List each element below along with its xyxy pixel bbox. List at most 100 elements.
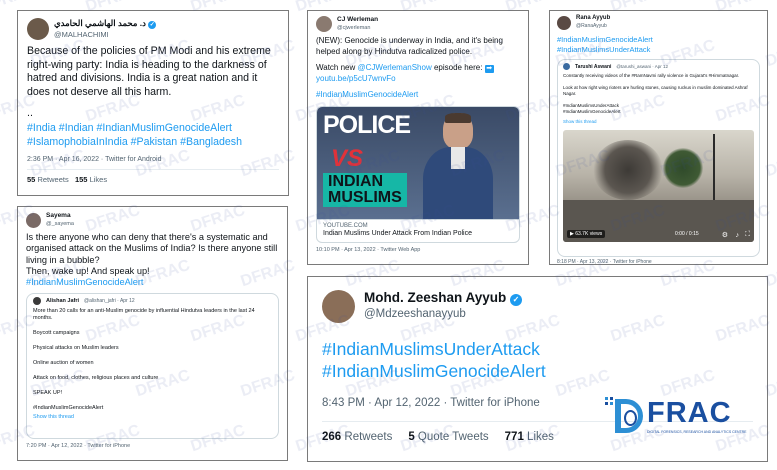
thumb-indian-muslims-box: INDIAN MUSLIMS [323,172,407,207]
retweets-count: 55 [27,174,36,184]
likes-label: Likes [89,174,108,184]
thumb-police-text: POLICE [323,110,411,139]
retweets-count: 266 [322,431,342,443]
quoted-tag-2: #IndianMuslimGenocideAlert [563,109,621,114]
avatar[interactable] [322,289,355,323]
settings-gear-icon[interactable]: ⚙ [722,231,728,239]
author-handle[interactable]: @RanaAyyub [576,23,610,31]
hashtag-2[interactable]: #IndianMuslimsUnderAttack [550,45,767,55]
tweet-text: (NEW): Genocide is underway in India, an… [316,36,503,56]
quoted-item: #IndianMuslimGenocideAlert [33,405,104,412]
quoted-author-handle[interactable]: @tarushi_aswani · Apr 12 [616,64,668,69]
author-name[interactable]: Sayema [46,212,74,220]
volume-icon[interactable]: ♪ [736,232,740,239]
thumb-indian-text: INDIAN [328,172,384,190]
retweets-stat[interactable]: 266 Retweets [322,431,392,443]
quotes-label: Quote Tweets [417,431,489,443]
tweet-meta[interactable]: 7:20 PM · Apr 12, 2022 · Twitter for iPh… [18,439,287,449]
tweet-meta[interactable]: 2:36 PM · Apr 16, 2022 · Twitter for And… [18,149,288,163]
logo-pixel-squares [605,397,615,407]
thumb-vs-text: VS [331,144,364,172]
likes-stat[interactable]: 155 Likes [75,175,107,184]
hashtags-line-1[interactable]: #India #Indian #IndianMuslimGenocideAler… [18,121,288,135]
tweet-meta[interactable]: 10:10 PM · Apr 13, 2022 · Twitter Web Ap… [308,243,528,253]
quote-tweets-stat[interactable]: 5 Quote Tweets [408,431,488,443]
card-title[interactable]: Indian Muslims Under Attack From Indian … [323,229,513,238]
likes-count: 771 [504,431,524,443]
avatar[interactable] [27,18,49,40]
logo-tagline: DIGITAL FORENSICS, RESEARCH AND ANALYTIC… [647,430,747,434]
video-thumbnail[interactable]: POLICE VS INDIAN MUSLIMS [317,106,519,219]
author-handle[interactable]: @cjwerleman [337,24,378,32]
quoted-text: More than 20 calls for an anti-Muslim ge… [33,308,255,322]
author-name[interactable]: CJ Werleman [337,16,378,24]
hashtag-2[interactable]: #IndianMuslimGenocideAlert [308,360,767,382]
quoted-text-1: Constantly receiving videos of the #RamN… [563,73,740,78]
show-mention-link[interactable]: @CJWerlemanShow [358,63,432,72]
likes-stat[interactable]: 771 Likes [505,431,554,443]
tweet-card-werleman[interactable]: CJ Werleman @cjwerleman (NEW): Genocide … [307,10,529,265]
quoted-author-name[interactable]: Tarushi Aswani [575,64,611,70]
author-name[interactable]: Rana Ayyub [576,15,610,23]
avatar[interactable] [563,63,570,70]
quoted-author-name[interactable]: Alishan Jafri [46,298,79,304]
fullscreen-icon[interactable]: ⛶ [745,231,750,239]
link-card[interactable]: POLICE VS INDIAN MUSLIMS YOUTUBE.COM Ind… [316,105,520,243]
quoted-text-2: Look at how right wing rioters are hurli… [563,85,748,96]
quoted-tweet[interactable]: Alishan Jafri @alishan_jafri · Apr 12 Mo… [26,293,279,440]
tweet-card-rana[interactable]: Rana Ayyub @RanaAyyub #IndianMuslimGenoc… [549,10,768,265]
show-thread-link[interactable]: Show this thread [563,119,754,124]
watch-line: Watch new @CJWerlemanShow episode here: … [308,57,528,74]
youtube-link[interactable]: youtu.be/p5cU7wnvFo [308,74,528,85]
hashtag-1[interactable]: #IndianMuslimsUnderAttack [308,323,767,360]
video-time: 0:00 / 0:15 [675,231,699,237]
author-handle[interactable]: @MALHACHIMI [54,29,156,40]
quoted-author-handle[interactable]: @alishan_jafri · Apr 12 [84,298,135,304]
quoted-item: Online auction of women [33,360,94,367]
author-name[interactable]: Mohd. Zeeshan Ayyub [364,290,506,305]
pole-shape [713,134,715,204]
hashtag[interactable]: #IndianMuslimGenocideAlert [308,84,528,101]
author-handle[interactable]: @Mdzeeshanayyub [364,306,522,323]
avatar[interactable] [316,16,332,32]
watch-text: Watch new [316,63,356,72]
quoted-tweet[interactable]: Tarushi Aswani @tarushi_aswani · Apr 12 … [557,59,760,257]
likes-label: Likes [527,431,554,443]
quotes-count: 5 [408,431,415,443]
tweet-card-sayema[interactable]: Sayema @_sayema Is there anyone who can … [17,206,288,461]
hashtag-1[interactable]: #IndianMuslimGenocideAlert [550,30,767,45]
thumb-muslims-text: MUSLIMS [328,188,402,206]
likes-count: 155 [74,174,88,184]
arrow-right-icon: ➡ [484,65,494,73]
avatar[interactable] [26,212,41,228]
tweet-card-hachimi[interactable]: د. محمد الهاشمي الحامدي ✓ @MALHACHIMI Be… [17,10,289,196]
tweet-card-zeeshan[interactable]: Mohd. Zeeshan Ayyub ✓ @Mdzeeshanayyub #I… [307,276,768,462]
views-badge: ▶ 63.7K views [567,230,606,238]
hashtags-line-2[interactable]: #IslamophobiaInIndia #Pakistan #Banglade… [18,135,288,149]
verified-badge-icon: ✓ [510,294,523,306]
tweet-text: Because of the policies of PM Modi and h… [27,45,271,98]
tweet-meta[interactable]: 8:18 PM · Apr 13, 2022 · Twitter for iPh… [550,257,767,264]
watch-text-end: episode here: [433,63,483,72]
author-handle[interactable]: @_sayema [46,220,74,228]
author-name[interactable]: د. محمد الهاشمي الحامدي [54,18,146,28]
dfrac-logo: FRAC DIGITAL FORENSICS, RESEARCH AND ANA… [605,395,757,441]
tweet-text-2: Then, wake up! And speak up! [26,265,150,276]
quoted-item: Boycott campaigns [33,330,80,337]
retweets-stat[interactable]: 55 Retweets [27,175,69,184]
hashtag[interactable]: #IndianMuslimGenocideAlert [18,277,287,288]
quoted-item-list: Boycott campaigns Physical attacks on Mu… [33,330,272,412]
show-thread-link[interactable]: Show this thread [33,414,272,420]
logo-d-shape [615,399,643,433]
retweets-label: Retweets [344,431,393,443]
smoke-shape [593,140,663,200]
avatar[interactable] [33,297,41,306]
tweet-dots: .. [27,107,33,119]
avatar[interactable] [557,15,571,30]
logo-wordmark: FRAC [647,397,732,429]
retweets-label: Retweets [37,174,69,184]
verified-badge-icon: ✓ [148,21,157,29]
video-player[interactable]: ▶ 63.7K views 0:00 / 0:15 ⚙ ♪ ⛶ [563,130,754,242]
presenter-figure [423,112,493,219]
tweet-text: Is there anyone who can deny that there'… [26,232,278,265]
